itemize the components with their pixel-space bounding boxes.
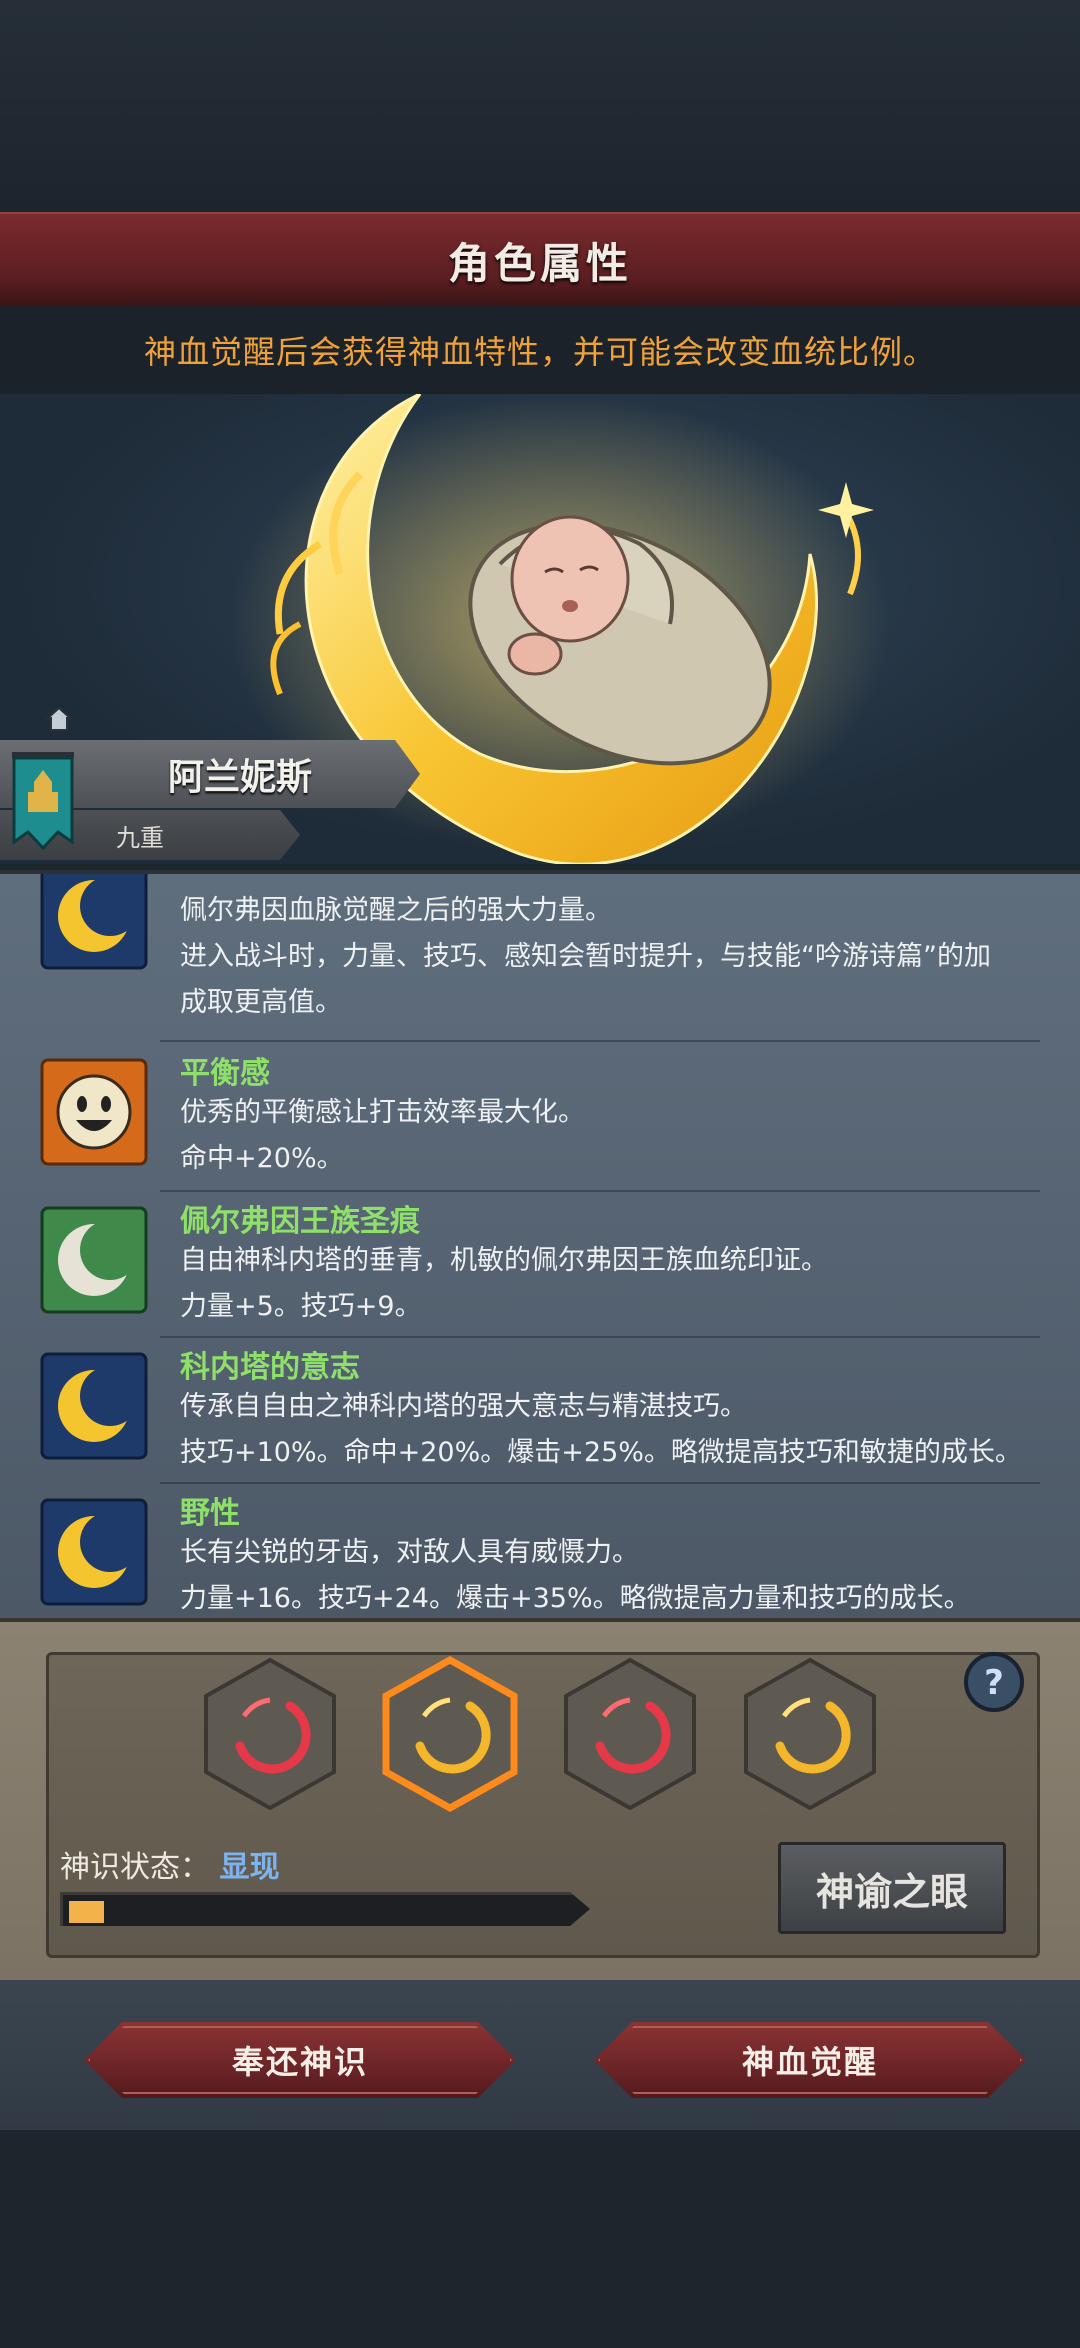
blood-slot-red[interactable] bbox=[200, 1656, 340, 1812]
divine-status-label: 神识状态： bbox=[60, 1850, 210, 1885]
progress-fill bbox=[69, 1901, 104, 1923]
crescent-moon-icon bbox=[40, 1498, 148, 1606]
return-divinity-label: 奉还神识 bbox=[231, 2043, 368, 2081]
bottom-background bbox=[0, 2130, 1080, 2348]
blood-slot-gold[interactable] bbox=[740, 1656, 880, 1812]
divider bbox=[160, 1190, 1040, 1192]
trait-desc-line: 进入战斗时，力量、技巧、感知会暂时提升，与技能“吟游诗篇”的加 bbox=[180, 941, 991, 972]
trait-item[interactable]: 科内塔的意志 传承自自由之神科内塔的强大意志与精湛技巧。 技巧+10%。命中+2… bbox=[40, 1340, 1050, 1480]
crescent-moon-icon bbox=[40, 874, 148, 970]
title-banner: 角色属性 bbox=[0, 212, 1080, 309]
return-divinity-button[interactable]: 奉还神识 bbox=[84, 2022, 516, 2098]
trait-desc-line: 自由神科内塔的垂青，机敏的佩尔弗因王族血统印证。 bbox=[180, 1245, 828, 1276]
help-icon[interactable]: ? bbox=[962, 1650, 1026, 1714]
trait-item[interactable]: 平衡感 优秀的平衡感让打击效率最大化。 命中+20%。 bbox=[40, 1046, 1050, 1186]
blood-slot-gold-selected[interactable] bbox=[380, 1656, 520, 1812]
page-title: 角色属性 bbox=[447, 238, 632, 288]
trait-name: 科内塔的意志 bbox=[180, 1350, 360, 1385]
character-name: 阿兰妮斯 bbox=[167, 757, 312, 798]
trait-desc-line: 优秀的平衡感让打击效率最大化。 bbox=[180, 1097, 585, 1128]
trait-item[interactable]: 佩尔弗因血脉觉醒之后的强大力量。 进入战斗时，力量、技巧、感知会暂时提升，与技能… bbox=[40, 874, 1050, 1018]
trait-desc-line: 技巧+10%。命中+20%。爆击+25%。略微提高技巧和敏捷的成长。 bbox=[180, 1437, 1022, 1468]
trait-desc-line: 长有尖锐的牙齿，对敌人具有威慑力。 bbox=[180, 1537, 639, 1568]
divider bbox=[160, 1336, 1040, 1338]
trait-desc-line: 佩尔弗因血脉觉醒之后的强大力量。 bbox=[180, 895, 612, 926]
trait-desc-line: 力量+16。技巧+24。爆击+35%。略微提高力量和技巧的成长。 bbox=[180, 1583, 971, 1614]
divider bbox=[160, 1482, 1040, 1484]
divider bbox=[160, 1040, 1040, 1042]
oracle-eye-button[interactable]: 神谕之眼 bbox=[778, 1842, 1006, 1934]
trait-name: 平衡感 bbox=[180, 1056, 270, 1091]
trait-name: 野性 bbox=[180, 1496, 240, 1531]
oracle-eye-label: 神谕之眼 bbox=[815, 1869, 968, 1914]
character-rank: 九重 bbox=[116, 823, 164, 852]
home-icon[interactable] bbox=[46, 706, 72, 732]
trait-desc-line: 力量+5。技巧+9。 bbox=[180, 1291, 422, 1322]
blood-awaken-button[interactable]: 神血觉醒 bbox=[594, 2022, 1026, 2098]
subtitle-text: 神血觉醒后会获得神血特性，并可能会改变血统比例。 bbox=[143, 333, 936, 371]
trait-name: 佩尔弗因王族圣痕 bbox=[180, 1204, 420, 1239]
divine-status: 神识状态： 显现 bbox=[60, 1842, 280, 1886]
divine-status-value: 显现 bbox=[219, 1850, 280, 1885]
trait-desc-line: 命中+20%。 bbox=[180, 1143, 344, 1174]
pale-crescent-icon bbox=[40, 1206, 148, 1314]
subtitle-bar: 神血觉醒后会获得神血特性，并可能会改变血统比例。 bbox=[0, 306, 1080, 394]
guild-banner-icon bbox=[12, 752, 74, 851]
crescent-moon-icon bbox=[40, 1352, 148, 1460]
svg-text:?: ? bbox=[984, 1663, 1004, 1703]
trait-desc-line: 成取更高值。 bbox=[180, 987, 342, 1018]
trait-list[interactable]: 佩尔弗因血脉觉醒之后的强大力量。 进入战斗时，力量、技巧、感知会暂时提升，与技能… bbox=[0, 870, 1080, 1622]
blood-awaken-label: 神血觉醒 bbox=[741, 2043, 878, 2081]
top-background bbox=[0, 0, 1080, 215]
trait-item[interactable]: 佩尔弗因王族圣痕 自由神科内塔的垂青，机敏的佩尔弗因王族血统印证。 力量+5。技… bbox=[40, 1194, 1050, 1334]
smiley-face-icon bbox=[40, 1058, 148, 1166]
trait-item[interactable]: 野性 长有尖锐的牙齿，对敌人具有威慑力。 力量+16。技巧+24。爆击+35%。… bbox=[40, 1486, 1050, 1622]
trait-desc-line: 传承自自由之神科内塔的强大意志与精湛技巧。 bbox=[180, 1391, 747, 1422]
blood-slot-red[interactable] bbox=[560, 1656, 700, 1812]
